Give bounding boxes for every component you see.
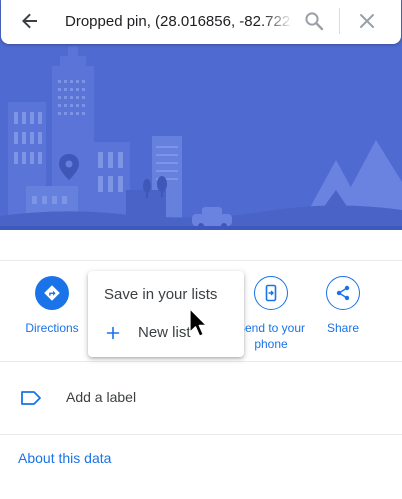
search-icon <box>305 12 324 31</box>
section-divider <box>0 361 402 362</box>
add-label-row[interactable]: Add a label <box>0 378 402 418</box>
share-icon <box>336 285 350 301</box>
close-icon <box>360 14 374 28</box>
directions-label: Directions <box>25 321 79 335</box>
directions-button[interactable]: Directions <box>7 276 97 336</box>
close-button[interactable] <box>352 6 382 36</box>
search-box <box>1 0 401 44</box>
section-divider <box>0 260 402 261</box>
phone-send-icon <box>265 284 277 302</box>
save-popup-title: Save in your lists <box>104 286 218 303</box>
share-label: Share <box>326 321 360 335</box>
save-in-lists-popup: Save in your lists New list <box>88 271 244 357</box>
new-list-label: New list <box>138 324 191 341</box>
search-divider <box>339 8 340 34</box>
search-input[interactable] <box>65 8 291 34</box>
label-tag-icon <box>21 391 41 405</box>
about-this-data-link[interactable]: About this data <box>18 450 111 466</box>
plus-icon <box>106 326 120 340</box>
new-list-item[interactable]: New list <box>88 319 244 347</box>
arrow-back-icon <box>22 13 37 29</box>
directions-icon <box>44 285 60 301</box>
share-button[interactable]: Share <box>298 276 388 336</box>
add-label-text: Add a label <box>66 389 137 405</box>
search-button[interactable] <box>299 6 329 36</box>
section-divider <box>0 434 402 435</box>
share-circle <box>326 276 360 310</box>
directions-circle <box>35 276 69 310</box>
back-button[interactable] <box>14 7 46 35</box>
send-to-phone-circle <box>254 276 288 310</box>
